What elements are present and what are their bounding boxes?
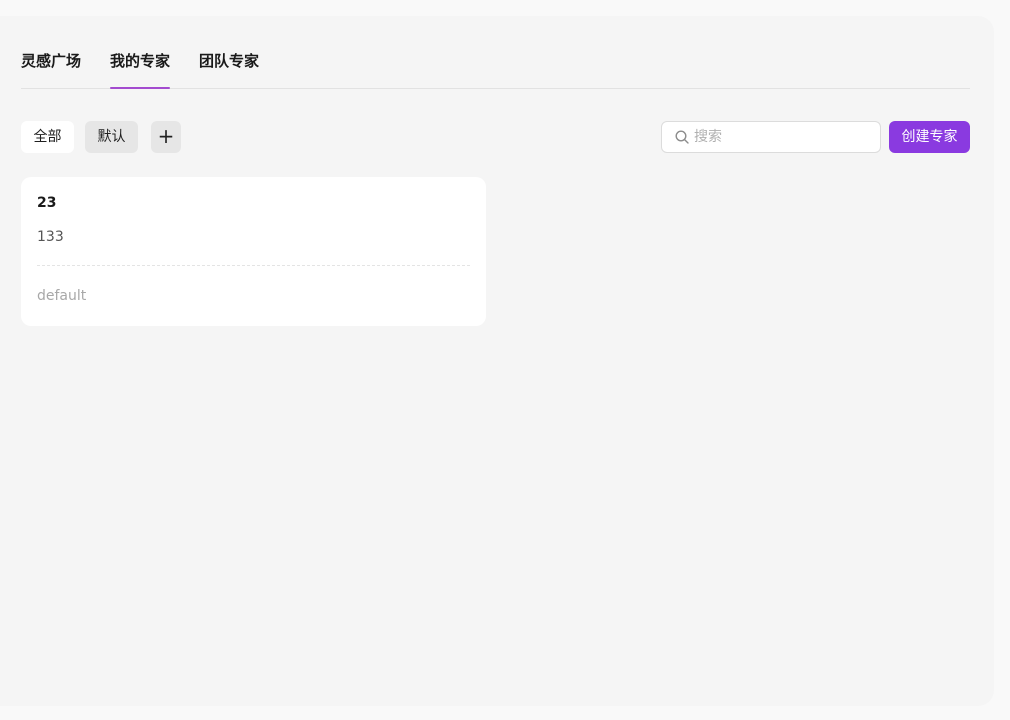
search-box: [661, 121, 881, 153]
search-icon: [675, 130, 689, 144]
add-group-button[interactable]: +: [151, 121, 181, 153]
expert-card-group-tag: default: [37, 288, 87, 304]
tab-inspiration-square[interactable]: 灵感广场: [21, 48, 81, 88]
tab-bar: 灵感广场 我的专家 团队专家: [21, 48, 970, 89]
search-input[interactable]: [694, 122, 870, 152]
card-divider: [37, 265, 470, 266]
expert-card[interactable]: 23 133 default: [21, 177, 486, 326]
create-expert-button[interactable]: 创建专家: [889, 121, 970, 153]
tab-team-experts[interactable]: 团队专家: [199, 48, 259, 88]
main-panel: 灵感广场 我的专家 团队专家 全部 默认 + 创建专家 23 133 defau…: [0, 16, 994, 706]
filter-all-button[interactable]: 全部: [21, 121, 74, 153]
expert-card-description: 133: [37, 229, 64, 245]
filter-default-button[interactable]: 默认: [85, 121, 138, 153]
tab-my-experts[interactable]: 我的专家: [110, 48, 171, 89]
expert-card-title: 23: [37, 195, 57, 211]
